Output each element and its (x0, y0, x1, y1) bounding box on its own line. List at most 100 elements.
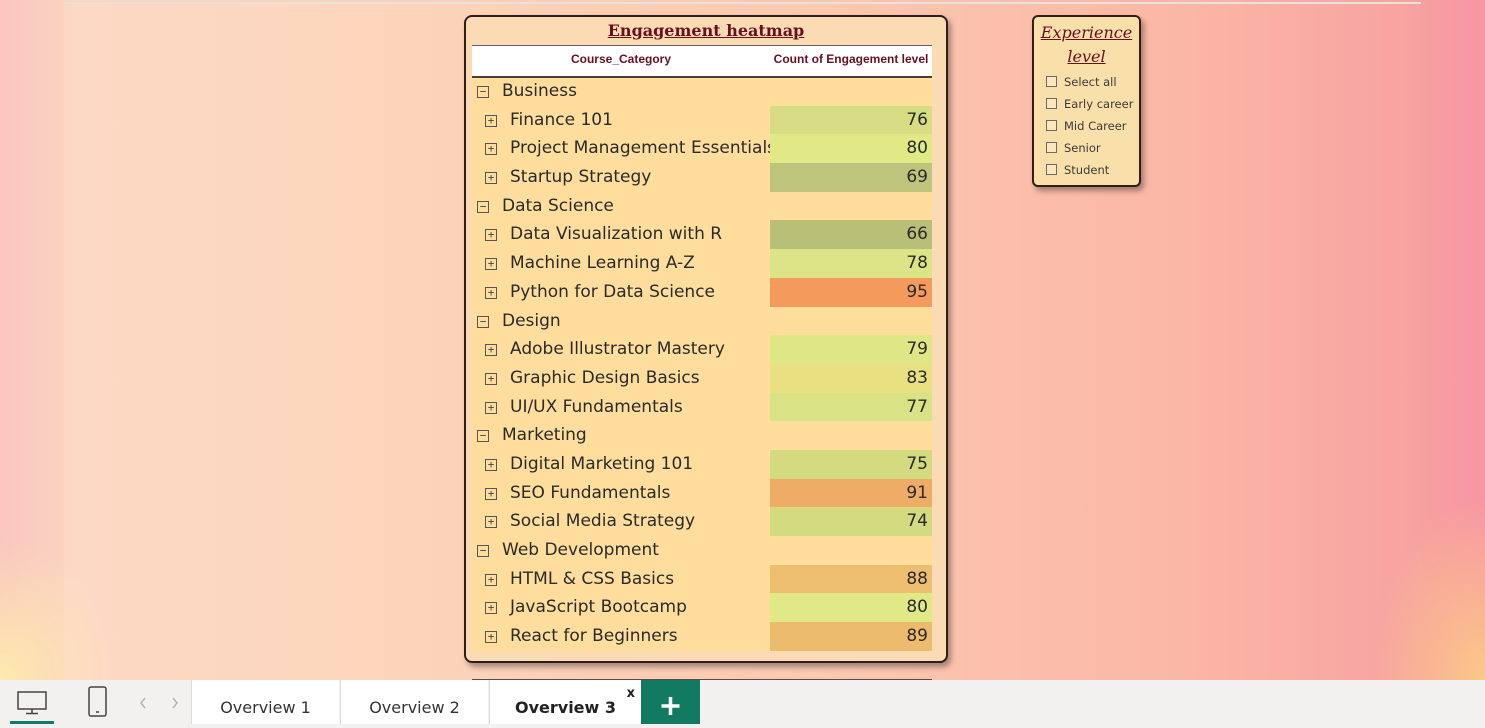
checkbox[interactable] (1046, 164, 1057, 175)
row-label: Python for Data Science (510, 281, 716, 302)
close-tab-button[interactable]: x (627, 686, 635, 701)
slicer-option-label: Senior (1064, 141, 1101, 155)
expand-icon[interactable]: + (485, 143, 497, 156)
engagement-count-cell[interactable]: 77 (770, 392, 932, 422)
row-label: SEO Fundamentals (510, 482, 671, 503)
course-row[interactable]: + Finance 101 76 (472, 105, 932, 135)
tab-overview-3[interactable]: Overview 3 x (489, 680, 641, 724)
row-label: Marketing (502, 425, 587, 446)
course-row[interactable]: + Python for Data Science 95 (472, 277, 932, 307)
engagement-count-cell[interactable]: 88 (770, 564, 932, 594)
course-row[interactable]: + Digital Marketing 101 75 (472, 449, 932, 479)
engagement-count-cell[interactable]: 89 (770, 622, 932, 651)
engagement-count-cell[interactable]: 76 (770, 105, 932, 135)
experience-level-slicer: Experience level Select all Early career M… (1032, 15, 1141, 187)
category-row[interactable]: − Data Science (472, 192, 932, 221)
row-label: Machine Learning A-Z (510, 253, 695, 274)
header-count-engagement[interactable]: Count of Engagement level (770, 52, 932, 66)
phone-view-icon (88, 686, 107, 717)
engagement-count-cell[interactable]: 80 (770, 593, 932, 623)
checkbox[interactable] (1046, 98, 1057, 109)
collapse-icon[interactable]: − (477, 315, 489, 328)
heatmap-title: Engagement heatmap (607, 21, 805, 40)
expand-icon[interactable]: + (485, 631, 497, 644)
engagement-count-cell[interactable]: 69 (770, 163, 932, 192)
collapse-icon[interactable]: − (477, 200, 489, 213)
engagement-count-cell[interactable]: 80 (770, 134, 932, 164)
course-row[interactable]: + SEO Fundamentals 91 (472, 478, 932, 508)
engagement-count-cell[interactable]: 66 (770, 220, 932, 250)
slicer-title-line-2: level (1067, 47, 1106, 66)
expand-icon[interactable]: + (485, 602, 497, 615)
category-row[interactable]: − Marketing (472, 421, 932, 450)
tab-label: Overview 1 (220, 698, 311, 717)
course-row[interactable]: + Adobe Illustrator Mastery 79 (472, 335, 932, 364)
expand-icon[interactable]: + (485, 516, 497, 529)
chevron-left-icon[interactable] (138, 696, 148, 710)
slicer-title: Experience level (1034, 21, 1139, 69)
chevron-right-icon[interactable] (170, 696, 180, 710)
engagement-count-cell[interactable]: 91 (770, 478, 932, 508)
phone-view-button[interactable] (76, 680, 120, 724)
row-label: Design (502, 310, 561, 331)
expand-icon[interactable]: + (485, 286, 497, 299)
checkbox[interactable] (1046, 120, 1057, 131)
course-row[interactable]: + Machine Learning A-Z 78 (472, 249, 932, 278)
heatmap-header-row: Course_Category Count of Engagement leve… (472, 45, 932, 78)
expand-icon[interactable]: + (485, 114, 497, 127)
category-row[interactable]: − Design (472, 307, 932, 336)
row-label: Digital Marketing 101 (510, 453, 694, 474)
row-label: Startup Strategy (510, 167, 652, 188)
row-label: Finance 101 (510, 109, 613, 130)
expand-icon[interactable]: + (485, 487, 497, 500)
tab-label: Overview 3 (514, 698, 617, 717)
engagement-heatmap-visual[interactable]: Engagement heatmap Course_Category Count… (464, 15, 948, 680)
header-course-category[interactable]: Course_Category (472, 52, 770, 66)
expand-icon[interactable]: + (485, 573, 497, 586)
add-page-button[interactable] (641, 680, 700, 724)
category-row[interactable]: − Business (472, 77, 932, 106)
desktop-view-button[interactable] (10, 680, 54, 724)
row-label: JavaScript Bootcamp (510, 597, 687, 618)
row-label: Social Media Strategy (510, 511, 696, 532)
course-row[interactable]: + HTML & CSS Basics 88 (472, 564, 932, 594)
course-row[interactable]: + Social Media Strategy 74 (472, 507, 932, 536)
collapse-icon[interactable]: − (477, 430, 489, 443)
checkbox[interactable] (1046, 76, 1057, 87)
engagement-count-cell[interactable]: 79 (770, 335, 932, 364)
expand-icon[interactable]: + (485, 344, 497, 357)
plus-icon (661, 697, 680, 715)
course-row[interactable]: + Data Visualization with R 66 (472, 220, 932, 250)
row-label: Data Science (502, 195, 614, 216)
engagement-count-cell[interactable]: 75 (770, 449, 932, 479)
course-row[interactable]: + Project Management Essentials 80 (472, 134, 932, 164)
expand-icon[interactable]: + (485, 458, 497, 471)
tab-overview-2[interactable]: Overview 2 (340, 680, 488, 724)
expand-icon[interactable]: + (485, 401, 497, 414)
slicer-option-label: Student (1064, 163, 1110, 177)
expand-icon[interactable]: + (485, 172, 497, 185)
row-label: Graphic Design Basics (510, 367, 700, 388)
category-row[interactable]: − Web Development (472, 536, 932, 565)
tab-label: Overview 2 (369, 698, 460, 717)
course-row[interactable]: + Graphic Design Basics 83 (472, 363, 932, 393)
expand-icon[interactable]: + (485, 229, 497, 242)
collapse-icon[interactable]: − (477, 86, 489, 98)
row-label: Business (502, 81, 577, 101)
checkbox[interactable] (1046, 142, 1057, 153)
heatmap-matrix: Course_Category Count of Engagement leve… (472, 45, 932, 680)
course-row[interactable]: + JavaScript Bootcamp 80 (472, 593, 932, 623)
course-row[interactable]: + Startup Strategy 69 (472, 163, 932, 192)
expand-icon[interactable]: + (485, 258, 497, 271)
engagement-count-cell[interactable]: 78 (770, 249, 932, 278)
course-row[interactable]: + React for Beginners 89 (472, 622, 932, 651)
expand-icon[interactable]: + (485, 372, 497, 385)
tab-overview-1[interactable]: Overview 1 (191, 680, 339, 724)
engagement-count-cell[interactable]: 74 (770, 507, 932, 536)
engagement-count-cell[interactable]: 95 (770, 277, 932, 307)
collapse-icon[interactable]: − (477, 545, 489, 557)
engagement-count-cell[interactable]: 83 (770, 363, 932, 393)
course-row[interactable]: + UI/UX Fundamentals 77 (472, 392, 932, 422)
slicer-option-label: Early career (1064, 97, 1134, 111)
row-label: Data Visualization with R (510, 224, 723, 245)
